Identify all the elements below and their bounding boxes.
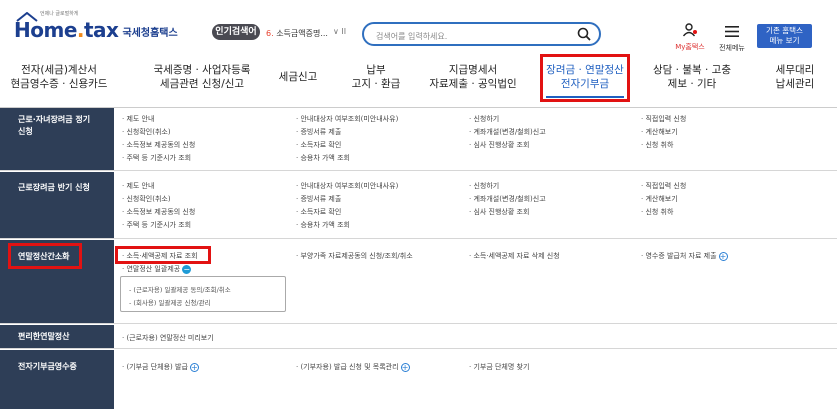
highlight-box-row-label <box>8 243 82 269</box>
menu-link[interactable]: · 소득자료 확인 <box>296 207 341 217</box>
menu-link[interactable]: · 증빙서류 제출 <box>296 194 341 204</box>
menu-link[interactable]: · (기부금 단체용) 발급 + <box>122 362 199 372</box>
roof-icon <box>16 12 38 22</box>
menu-link[interactable]: · 승용차 가액 조회 <box>296 153 350 163</box>
menu-link[interactable]: · 소득·세액공제 자료 삭제 신청 <box>469 251 560 261</box>
header: 언제나 글로벌하게 Home.tax 국세청홈택스 인기검색어 6. 소득금액증… <box>0 0 837 58</box>
gnb-item-consultation[interactable]: 상담 · 불복 · 고충 제보 · 기타 <box>644 63 740 91</box>
menu-link[interactable]: · 제도 안내 <box>122 114 154 124</box>
menu-link[interactable]: · 계산해보기 <box>641 194 678 204</box>
gnb-item-statements[interactable]: 지급명세서 자료제출 · 공익법인 <box>424 63 522 91</box>
expand-icon[interactable]: + <box>189 362 199 372</box>
menu-link[interactable]: · 심사 진행상황 조회 <box>469 207 529 217</box>
menu-link-receipt-submit[interactable]: · 영수증 발급처 자료 제출 + <box>641 251 728 261</box>
menu-link[interactable]: · 안내대상자 여부조회(미안내사유) <box>296 181 398 191</box>
menu-link[interactable]: · 증빙서류 제출 <box>296 127 341 137</box>
menu-link[interactable]: · 안내대상자 여부조회(미안내사유) <box>296 114 398 124</box>
row-eitc-regular: 근로·자녀장려금 정기 신청 · 제도 안내 · 신청확인(취소) · 소득정보 … <box>0 108 837 171</box>
global-navigation: 전자(세금)계산서 현금영수증 · 신용카드 국세증명 · 사업자등록 세금관련 신… <box>0 58 837 108</box>
menu-link[interactable]: · 소득정보 제공동의 신청 <box>122 140 195 150</box>
gnb-item-payment[interactable]: 납부 고지 · 환급 <box>340 63 412 91</box>
menu-link[interactable]: · 제도 안내 <box>122 181 154 191</box>
hometax-logo[interactable]: 언제나 글로벌하게 Home.tax 국세청홈택스 <box>14 11 178 42</box>
expand-icon[interactable]: + <box>400 362 410 372</box>
menu-link[interactable]: · 소득정보 제공동의 신청 <box>122 207 195 217</box>
user-icon <box>682 23 697 37</box>
logo-tagline: 국세청홈택스 <box>122 28 178 39</box>
gnb-highlight-box <box>540 54 630 102</box>
my-hometax-button[interactable]: My홈택스 <box>670 22 710 52</box>
menu-link[interactable]: · 신청 취하 <box>641 140 673 150</box>
gnb-item-tax-agent[interactable]: 세무대리 납세관리 <box>760 63 830 91</box>
hamburger-icon <box>725 26 739 37</box>
menu-link[interactable]: · 주택 등 기준시가 조회 <box>122 153 191 163</box>
menu-link[interactable]: · 계좌개설(변경/철회)신고 <box>469 127 546 137</box>
my-hometax-label: My홈택스 <box>675 43 705 51</box>
collapse-icon[interactable]: − <box>182 264 192 274</box>
all-menu-button[interactable]: 전체메뉴 <box>716 22 748 53</box>
menu-link[interactable]: · (기부자용) 발급 신청 및 목록관리 + <box>296 362 410 372</box>
search-box <box>362 22 601 47</box>
row-donation-receipt: 전자기부금영수증 · (기부금 단체용) 발급 + · (기부자용) 발급 신청 … <box>0 350 837 409</box>
legacy-menu-button[interactable]: 기존 홈택스 메뉴 보기 <box>757 24 812 48</box>
row-label: 근로장려금 반기 신청 <box>0 172 114 238</box>
menu-link[interactable]: · 신청확인(취소) <box>122 194 171 204</box>
all-menu-label: 전체메뉴 <box>719 44 745 52</box>
menu-link[interactable]: · 신청 취하 <box>641 207 673 217</box>
menu-link[interactable]: · 직접입력 신청 <box>641 181 686 191</box>
menu-link[interactable]: · 계좌개설(변경/철회)신고 <box>469 194 546 204</box>
gnb-item-certificates[interactable]: 국세증명 · 사업자등록 세금관련 신청/신고 <box>148 63 256 91</box>
menu-link[interactable]: · 신청하기 <box>469 114 499 124</box>
menu-link[interactable]: · 승용차 가액 조회 <box>296 220 350 230</box>
menu-link[interactable]: · 직접입력 신청 <box>641 114 686 124</box>
highlight-box-deduction-lookup <box>115 246 211 264</box>
gnb-item-tax-return[interactable]: 세금신고 <box>270 70 326 84</box>
expand-icon[interactable]: + <box>718 251 728 261</box>
menu-link[interactable]: · (근로자용) 연말정산 미리보기 <box>122 333 214 343</box>
logo-slogan: 언제나 글로벌하게 <box>40 11 79 17</box>
bulk-provision-submenu: - (근로자용) 일괄제공 동의/조회/취소 - (회사용) 일괄제공 신청/관… <box>120 276 286 312</box>
popular-search-badge[interactable]: 인기검색어 <box>212 24 260 40</box>
menu-link[interactable]: · 계산해보기 <box>641 127 678 137</box>
menu-link[interactable]: · 신청확인(취소) <box>122 127 171 137</box>
menu-link[interactable]: · 신청하기 <box>469 181 499 191</box>
row-eitc-half: 근로장려금 반기 신청 · 제도 안내 · 신청확인(취소) · 소득정보 제공… <box>0 172 837 239</box>
row-label: 근로·자녀장려금 정기 신청 <box>0 108 114 170</box>
submenu-link[interactable]: - (근로자용) 일괄제공 동의/조회/취소 <box>129 284 231 294</box>
hometax-page: 언제나 글로벌하게 Home.tax 국세청홈택스 인기검색어 6. 소득금액증… <box>0 0 837 409</box>
menu-link[interactable]: · 부양가족 자료제공동의 신청/조회/취소 <box>296 251 413 261</box>
search-icon[interactable] <box>577 27 591 41</box>
row-convenient-year-end: 편리한연말정산 · (근로자용) 연말정산 미리보기 <box>0 325 837 349</box>
popular-search-controls[interactable]: ∨ II <box>333 27 346 36</box>
menu-link[interactable]: · 주택 등 기준시가 조회 <box>122 220 191 230</box>
search-input[interactable] <box>376 26 576 47</box>
gnb-item-e-invoice[interactable]: 전자(세금)계산서 현금영수증 · 신용카드 <box>10 63 108 91</box>
popular-search-term[interactable]: 6. 소득금액증명... <box>266 28 328 39</box>
menu-link[interactable]: · 심사 진행상황 조회 <box>469 140 529 150</box>
menu-link-bulk-provision[interactable]: · 연말정산 일괄제공 − <box>122 264 192 274</box>
submenu-link[interactable]: - (회사용) 일괄제공 신청/관리 <box>129 297 211 307</box>
row-label: 편리한연말정산 <box>0 325 114 348</box>
menu-link[interactable]: · 소득자료 확인 <box>296 140 341 150</box>
menu-link[interactable]: · 기부금 단체명 찾기 <box>469 362 529 372</box>
row-label: 전자기부금영수증 <box>0 350 114 409</box>
